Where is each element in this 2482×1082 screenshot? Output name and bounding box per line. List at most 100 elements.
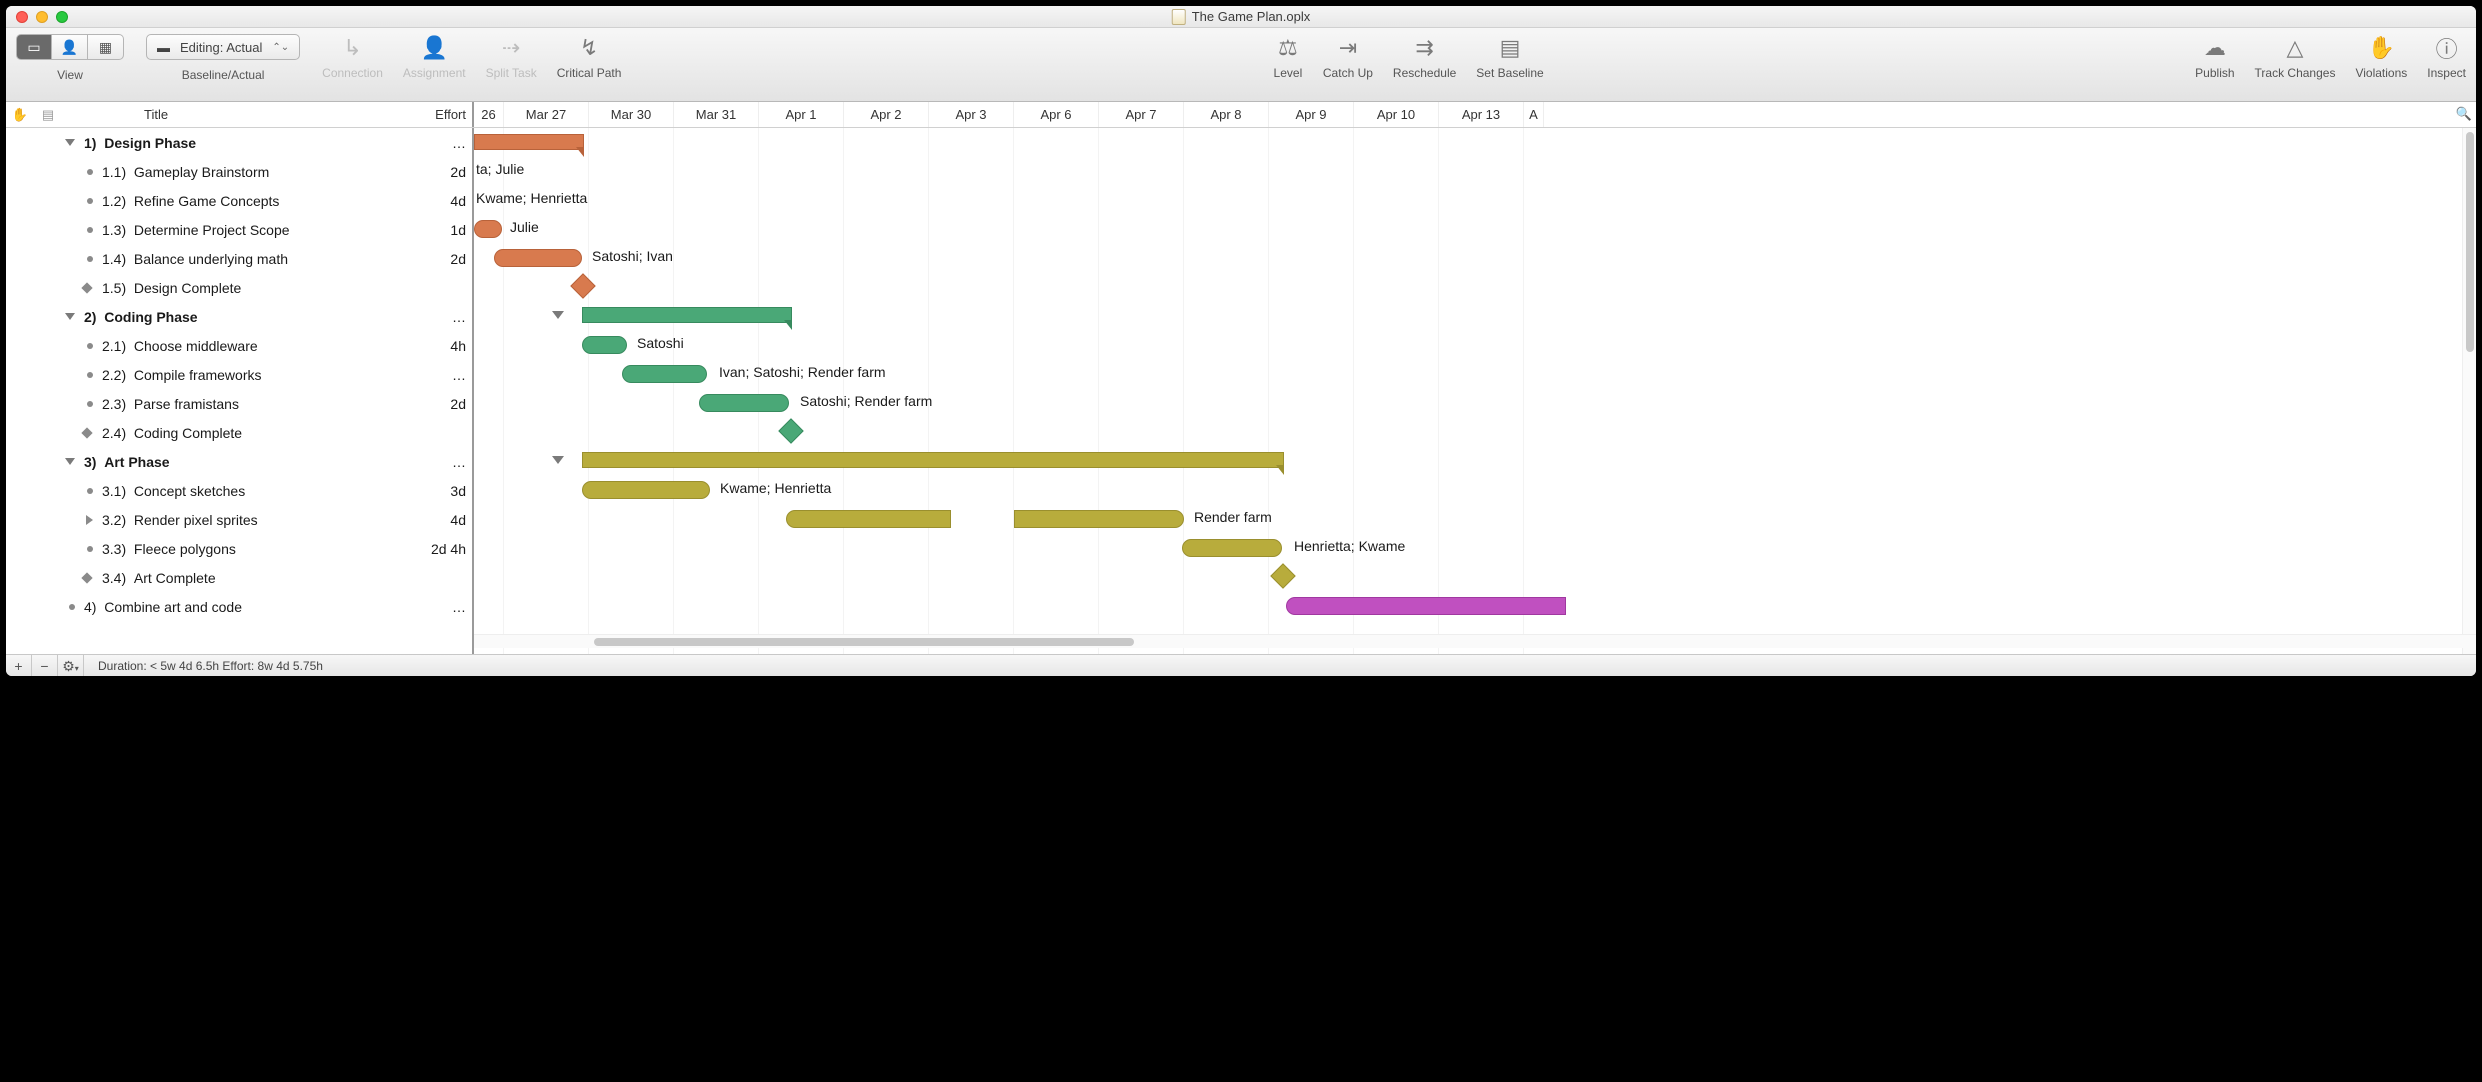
gantt-task-bar[interactable] [622, 365, 707, 383]
close-icon[interactable] [16, 11, 28, 23]
maximize-icon[interactable] [56, 11, 68, 23]
baseline-group: ▬ Editing: Actual ⌃⌄ Baseline/Actual [146, 34, 300, 82]
outline-row[interactable]: 3.1) Concept sketches3d [6, 476, 472, 505]
outline-row[interactable]: 2.1) Choose middleware4h [6, 331, 472, 360]
milestone-icon [81, 572, 92, 583]
outline-row[interactable]: 1.1) Gameplay Brainstorm2d [6, 157, 472, 186]
inspect-tool[interactable]: ⓘ Inspect [2427, 34, 2466, 80]
magnify-icon[interactable]: 🔍 [2456, 106, 2472, 122]
timeline-cell: Apr 1 [759, 102, 844, 127]
disclosure-triangle-icon[interactable] [65, 458, 75, 465]
disclosure-triangle-icon[interactable] [65, 139, 75, 146]
bullet-icon [87, 488, 93, 494]
timeline-cell: 26 [474, 102, 504, 127]
track-changes-tool[interactable]: △ Track Changes [2255, 34, 2336, 80]
bar-sample-icon: ▬ [157, 40, 170, 55]
level-tool[interactable]: ⚖ Level [1273, 34, 1303, 80]
set-baseline-icon: ▤ [1495, 34, 1525, 62]
connection-tool[interactable]: ↳ Connection [322, 34, 383, 80]
outline-row[interactable]: 4) Combine art and code… [6, 592, 472, 621]
outline-row[interactable]: 2.4) Coding Complete [6, 418, 472, 447]
gantt-expand-icon[interactable] [552, 456, 564, 464]
minimize-icon[interactable] [36, 11, 48, 23]
hand-icon[interactable]: ✋ [6, 107, 34, 123]
gantt-resource-label: Kwame; Henrietta [720, 480, 831, 496]
outline-row[interactable]: 3.4) Art Complete [6, 563, 472, 592]
disclosure-right-icon[interactable] [86, 515, 93, 525]
baseline-dropdown[interactable]: ▬ Editing: Actual ⌃⌄ [146, 34, 300, 60]
outline-row-phase[interactable]: 1) Design Phase… [6, 128, 472, 157]
critical-path-tool[interactable]: ↯ Critical Path [557, 34, 622, 80]
connection-icon: ↳ [338, 34, 368, 62]
timeline-cell: Mar 30 [589, 102, 674, 127]
level-icon: ⚖ [1273, 34, 1303, 62]
gantt-task-bar[interactable] [582, 336, 627, 354]
outline-row-phase[interactable]: 2) Coding Phase… [6, 302, 472, 331]
outline-row[interactable]: 1.2) Refine Game Concepts4d [6, 186, 472, 215]
gantt-task-bar[interactable] [494, 249, 582, 267]
gantt-task-bar[interactable] [474, 220, 502, 238]
horizontal-scrollbar[interactable] [474, 634, 2476, 648]
inspect-icon: ⓘ [2432, 34, 2462, 62]
catch-up-tool[interactable]: ⇥ Catch Up [1323, 34, 1373, 80]
timeline-cell: Mar 27 [504, 102, 589, 127]
bullet-icon [87, 256, 93, 262]
gear-menu-button[interactable]: ⚙▾ [58, 655, 84, 676]
timeline-cell: Apr 10 [1354, 102, 1439, 127]
bullet-icon [69, 604, 75, 610]
outline-row[interactable]: 2.2) Compile frameworks… [6, 360, 472, 389]
disclosure-triangle-icon[interactable] [65, 313, 75, 320]
gantt-task-bar[interactable] [699, 394, 789, 412]
outline-row-phase[interactable]: 3) Art Phase… [6, 447, 472, 476]
outline-row[interactable]: 1.3) Determine Project Scope1d [6, 215, 472, 244]
window-title: The Game Plan.oplx [1172, 9, 1311, 25]
app-window: The Game Plan.oplx ▭ 👤 ▦ View ▬ Editing:… [6, 6, 2476, 676]
bullet-icon [87, 372, 93, 378]
gantt-resource-label: ta; Julie [476, 161, 524, 177]
gantt-pane[interactable]: ta; Julie Kwame; Henrietta Julie Satoshi… [474, 128, 2476, 670]
set-baseline-tool[interactable]: ▤ Set Baseline [1476, 34, 1543, 80]
view-gantt-button[interactable]: ▭ [16, 34, 52, 60]
scrollbar-thumb[interactable] [2466, 132, 2474, 352]
baseline-label: Baseline/Actual [182, 68, 265, 82]
view-calendar-button[interactable]: ▦ [88, 34, 124, 60]
bullet-icon [87, 198, 93, 204]
outline-row[interactable]: 1.4) Balance underlying math2d [6, 244, 472, 273]
body: 1) Design Phase… 1.1) Gameplay Brainstor… [6, 128, 2476, 670]
gantt-summary-bar[interactable] [474, 134, 584, 150]
assignment-tool[interactable]: 👤 Assignment [403, 34, 466, 80]
reschedule-icon: ⇉ [1410, 34, 1440, 62]
bullet-icon [87, 546, 93, 552]
gantt-summary-bar[interactable] [582, 307, 792, 323]
outline-row[interactable]: 3.2) Render pixel sprites4d [6, 505, 472, 534]
bullet-icon [87, 169, 93, 175]
scrollbar-thumb[interactable] [594, 638, 1134, 646]
split-task-tool[interactable]: ⇢ Split Task [486, 34, 537, 80]
violations-tool[interactable]: ✋ Violations [2355, 34, 2407, 80]
effort-column-header[interactable]: Effort [412, 107, 472, 122]
outline-pane[interactable]: 1) Design Phase… 1.1) Gameplay Brainstor… [6, 128, 474, 670]
gantt-resource-label: Satoshi; Ivan [592, 248, 673, 264]
timeline-cell: Apr 13 [1439, 102, 1524, 127]
gantt-task-bar[interactable] [1286, 597, 1566, 615]
outline-row[interactable]: 3.3) Fleece polygons2d 4h [6, 534, 472, 563]
gantt-task-bar[interactable] [1014, 510, 1184, 528]
title-column-header[interactable]: Title [62, 107, 412, 122]
remove-button[interactable]: − [32, 655, 58, 676]
vertical-scrollbar[interactable] [2462, 128, 2476, 656]
reschedule-tool[interactable]: ⇉ Reschedule [1393, 34, 1456, 80]
gantt-task-bar[interactable] [582, 481, 710, 499]
notes-icon[interactable]: ▤ [34, 107, 62, 123]
milestone-icon [81, 282, 92, 293]
gantt-task-bar[interactable] [1182, 539, 1282, 557]
outline-row[interactable]: 1.5) Design Complete [6, 273, 472, 302]
timeline-header[interactable]: 26 Mar 27 Mar 30 Mar 31 Apr 1 Apr 2 Apr … [474, 102, 2476, 127]
add-button[interactable]: + [6, 655, 32, 676]
publish-tool[interactable]: ☁ Publish [2195, 34, 2234, 80]
gantt-summary-bar[interactable] [582, 452, 1284, 468]
outline-row[interactable]: 2.3) Parse framistans2d [6, 389, 472, 418]
view-resource-button[interactable]: 👤 [52, 34, 88, 60]
milestone-icon [81, 427, 92, 438]
gantt-task-bar[interactable] [786, 510, 951, 528]
gantt-expand-icon[interactable] [552, 311, 564, 319]
